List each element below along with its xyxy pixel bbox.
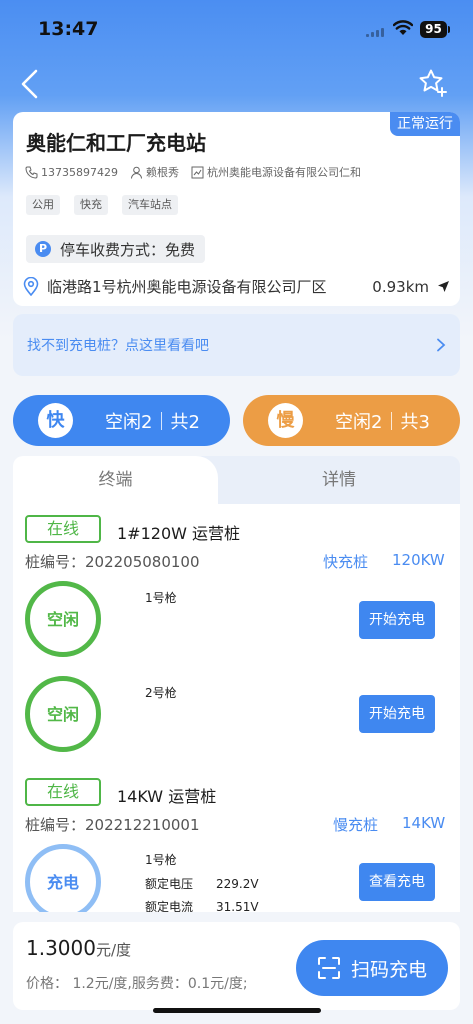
contact-person: 赖根秀 [145,166,179,179]
gun-status-ring: 空闲 [25,581,101,657]
parking-fee-text: 停车收费方式：免费 [60,240,196,259]
price-bar: 1.3000元/度 价格： 1.2元/度,服务费：0.1元/度; 扫码充电 [13,922,460,1010]
star-plus-icon[interactable] [418,68,448,98]
tag-fast-charge: 快充 [74,195,108,215]
price: 1.3000元/度 [26,936,131,960]
operator-company: 杭州奥能电源设备有限公司仁和 [206,166,361,179]
tab-terminals[interactable]: 终端 [13,456,218,506]
fast-label: 快 [38,403,73,438]
parking-icon: P [35,241,51,257]
rated-current-value: 31.51V [216,900,259,912]
pile-name: 14KW 运营桩 [117,787,217,806]
location-pin-icon [23,277,39,296]
contact-phone[interactable]: 13735897429 [41,166,118,179]
gun-status-ring: 空闲 [25,676,101,752]
contact-row: 13735897429 赖根秀 杭州奥能电源设备有限公司仁和 [25,164,361,180]
gun-name: 2号枪 [145,686,177,700]
wifi-icon [393,20,413,35]
hint-text: 找不到充电桩？点这里看看吧 [27,338,209,354]
price-value: 1.3000 [26,936,96,960]
person-icon [130,166,142,179]
tab-details[interactable]: 详情 [218,456,460,506]
pile-name: 1#120W 运营桩 [117,524,241,543]
gun-status-ring: 充电 [25,844,101,912]
price-detail: 价格： 1.2元/度,服务费：0.1元/度; [26,976,248,992]
cellular-signal-icon [366,27,384,37]
battery-level: 95 [420,21,447,38]
pile-number: 桩编号：202205080100 [25,553,200,571]
rated-voltage: 额定电压 229.2V [145,875,259,892]
rated-current-label: 额定电流 [145,900,194,912]
pile-type: 快充桩 [323,553,369,571]
pile-power: 120KW [392,551,445,569]
battery-tip [448,26,450,33]
chevron-left-icon[interactable] [18,68,42,100]
pile-type: 慢充桩 [333,816,379,834]
chevron-right-icon [437,338,446,352]
slow-availability: 空闲2｜共3 [335,411,430,433]
station-distance: 0.93km [372,277,429,296]
view-charging-button[interactable]: 查看充电 [359,863,435,901]
slow-charge-summary[interactable]: 慢 空闲2｜共3 [243,395,460,446]
company-icon [191,166,204,178]
start-charge-button[interactable]: 开始充电 [359,601,435,639]
gun-name: 1号枪 [145,853,177,867]
fast-charge-summary[interactable]: 快 空闲2｜共2 [13,395,230,446]
scan-icon [317,957,340,979]
pile-online-badge: 在线 [25,515,101,543]
cannot-find-pile-link[interactable]: 找不到充电桩？点这里看看吧 [13,314,460,376]
rated-voltage-label: 额定电压 [145,877,194,891]
station-tags: 公用 快充 汽车站点 [26,195,192,215]
status-badge: 正常运行 [390,112,460,136]
tag-public: 公用 [26,195,60,215]
pile-online-badge: 在线 [25,778,101,806]
home-indicator [153,1008,321,1013]
fast-availability: 空闲2｜共2 [105,411,200,433]
slow-label: 慢 [268,403,303,438]
start-charge-button[interactable]: 开始充电 [359,695,435,733]
rated-voltage-value: 229.2V [216,877,259,891]
phone-icon [25,166,38,179]
pile-number: 桩编号：202212210001 [25,816,200,834]
status-time: 13:47 [38,18,99,40]
pile-power: 14KW [402,814,446,832]
tag-car-station: 汽车站点 [122,195,178,215]
parking-fee: P 停车收费方式：免费 [26,235,206,263]
price-unit: 元/度 [95,941,132,959]
navigate-arrow-icon[interactable] [437,280,450,293]
station-card: 正常运行 奥能仁和工厂充电站 13735897429 赖根秀 杭州奥能电源设备有… [13,112,460,306]
station-name: 奥能仁和工厂充电站 [26,131,206,155]
rated-current: 额定电流 31.51V [145,898,259,912]
address-row[interactable]: 临港路1号杭州奥能电源设备有限公司厂区 0.93km [23,276,450,297]
station-address: 临港路1号杭州奥能电源设备有限公司厂区 [47,278,327,296]
scan-to-charge-button[interactable]: 扫码充电 [296,940,448,996]
pile-list: 在线 1#120W 运营桩 桩编号：202205080100 快充桩 120KW… [13,504,460,912]
scan-button-label: 扫码充电 [350,958,427,981]
gun-name: 1号枪 [145,591,177,605]
